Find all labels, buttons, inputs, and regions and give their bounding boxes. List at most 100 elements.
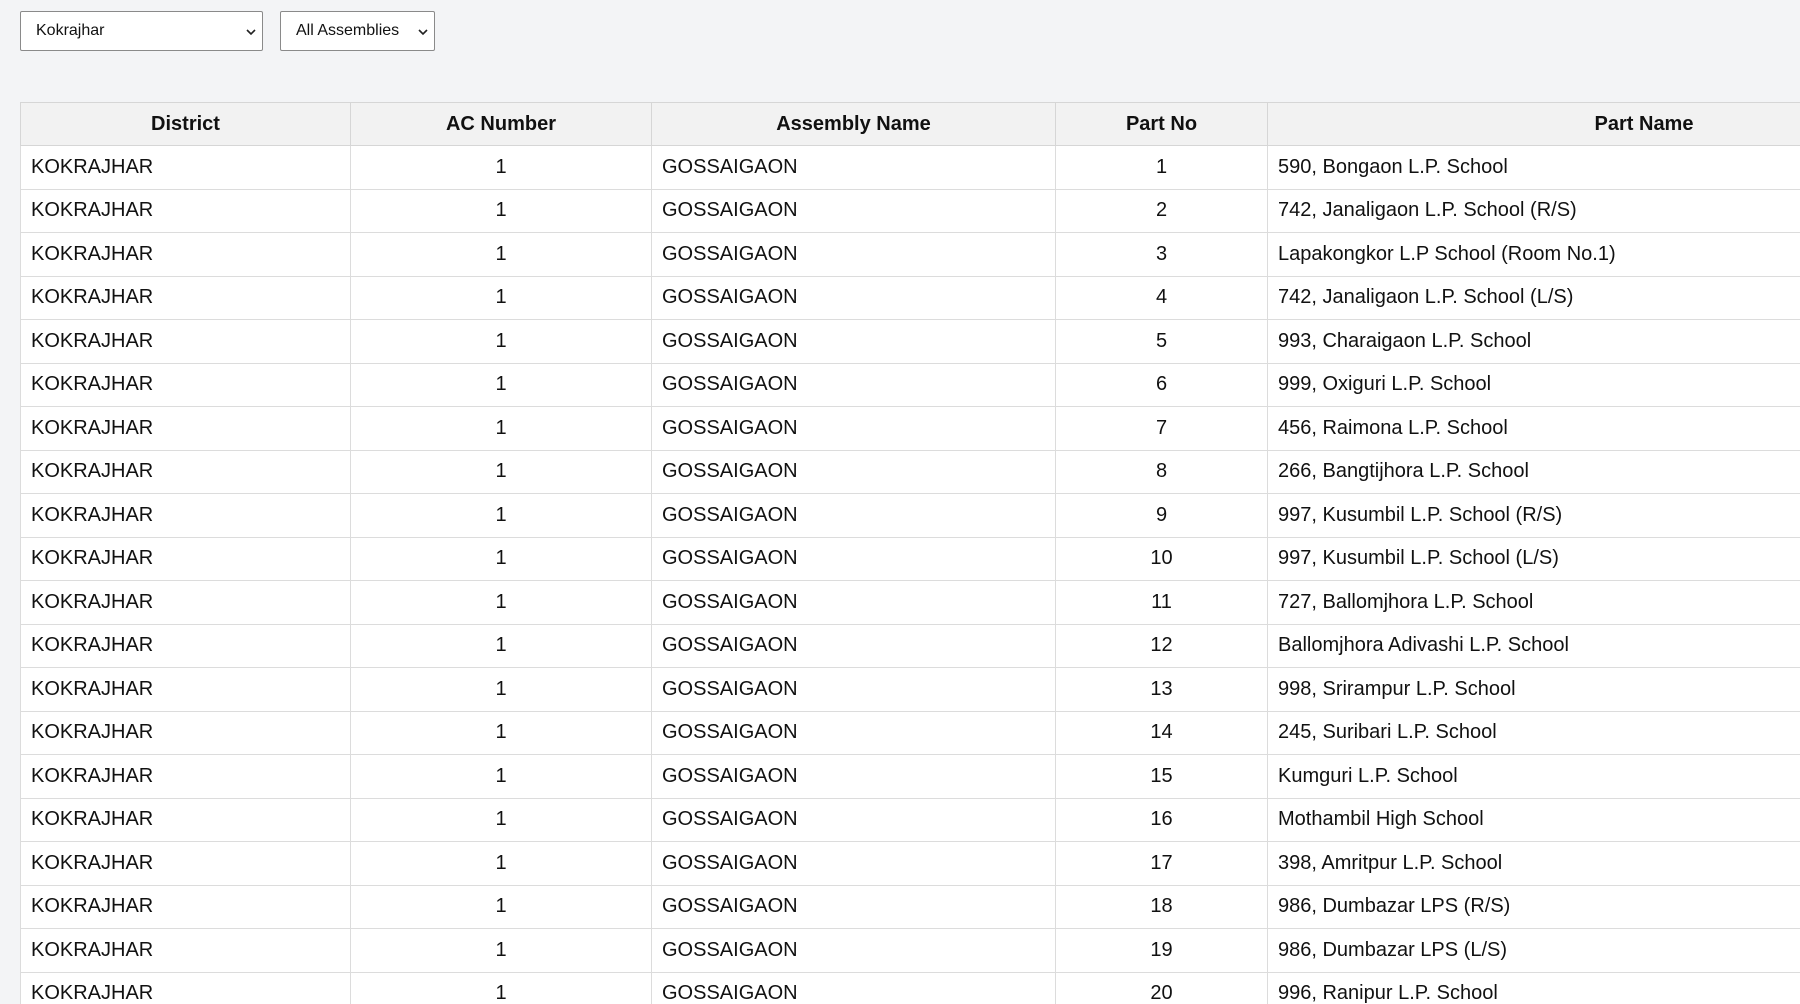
district-cell: KOKRAJHAR — [20, 188, 351, 233]
part-name-cell: 996, Ranipur L.P. School — [1267, 971, 1800, 1004]
part-name-cell: 245, Suribari L.P. School — [1267, 710, 1800, 755]
table-row: KOKRAJHAR 1 GOSSAIGAON 4 742, Janaligaon L.P… — [20, 275, 1800, 320]
table-row: KOKRAJHAR 1 GOSSAIGAON 6 999, Oxiguri L.P. S… — [20, 362, 1800, 407]
table-row: KOKRAJHAR 1 GOSSAIGAON 1 590, Bongaon L.P. S… — [20, 145, 1800, 190]
district-cell: KOKRAJHAR — [20, 623, 351, 668]
table-row: KOKRAJHAR 1 GOSSAIGAON 9 997, Kusumbil L.P. … — [20, 493, 1800, 538]
district-cell: KOKRAJHAR — [20, 841, 351, 886]
part-no-cell: 9 — [1055, 493, 1268, 538]
district-cell: KOKRAJHAR — [20, 971, 351, 1004]
assembly-name-cell: GOSSAIGAON — [651, 884, 1056, 929]
district-cell: KOKRAJHAR — [20, 145, 351, 190]
ac-number-cell: 1 — [350, 710, 652, 755]
ac-number-cell: 1 — [350, 580, 652, 625]
ac-number-cell: 1 — [350, 797, 652, 842]
assembly-name-cell: GOSSAIGAON — [651, 493, 1056, 538]
district-cell: KOKRAJHAR — [20, 710, 351, 755]
part-no-cell: 8 — [1055, 449, 1268, 494]
district-cell: KOKRAJHAR — [20, 449, 351, 494]
part-no-cell: 10 — [1055, 536, 1268, 581]
ac-number-cell: 1 — [350, 493, 652, 538]
part-name-cell: 456, Raimona L.P. School — [1267, 406, 1800, 451]
part-no-cell: 1 — [1055, 145, 1268, 190]
ac-number-cell: 1 — [350, 536, 652, 581]
part-no-cell: 7 — [1055, 406, 1268, 451]
column-header-district: District — [20, 102, 351, 146]
ac-number-cell: 1 — [350, 145, 652, 190]
table-row: KOKRAJHAR 1 GOSSAIGAON 14 245, Suribari L.P.… — [20, 710, 1800, 755]
table-row: KOKRAJHAR 1 GOSSAIGAON 2 742, Janaligaon L.P… — [20, 188, 1800, 233]
part-name-cell: 993, Charaigaon L.P. School — [1267, 319, 1800, 364]
ac-number-cell: 1 — [350, 667, 652, 712]
part-name-cell: 398, Amritpur L.P. School — [1267, 841, 1800, 886]
assembly-select[interactable]: All Assemblies — [280, 11, 435, 51]
district-cell: KOKRAJHAR — [20, 362, 351, 407]
table-row: KOKRAJHAR 1 GOSSAIGAON 11 727, Ballomjhora L… — [20, 580, 1800, 625]
part-name-cell: 727, Ballomjhora L.P. School — [1267, 580, 1800, 625]
ac-number-cell: 1 — [350, 362, 652, 407]
chevron-down-icon — [246, 27, 256, 37]
part-no-cell: 4 — [1055, 275, 1268, 320]
part-name-cell: Mothambil High School — [1267, 797, 1800, 842]
assembly-name-cell: GOSSAIGAON — [651, 754, 1056, 799]
table-row: KOKRAJHAR 1 GOSSAIGAON 13 998, Srirampur L.P… — [20, 667, 1800, 712]
polling-stations-table-container[interactable]: District AC Number Assembly Name Part No… — [20, 102, 1800, 1004]
column-header-assembly-name: Assembly Name — [651, 102, 1056, 146]
district-cell: KOKRAJHAR — [20, 667, 351, 712]
part-name-cell: Ballomjhora Adivashi L.P. School — [1267, 623, 1800, 668]
part-name-cell: 997, Kusumbil L.P. School (L/S) — [1267, 536, 1800, 581]
part-no-cell: 12 — [1055, 623, 1268, 668]
part-no-cell: 18 — [1055, 884, 1268, 929]
table-header-row: District AC Number Assembly Name Part No… — [20, 102, 1800, 146]
table-body: KOKRAJHAR 1 GOSSAIGAON 1 590, Bongaon L.P. S… — [20, 145, 1800, 1004]
part-name-cell: 266, Bangtijhora L.P. School — [1267, 449, 1800, 494]
part-name-cell: Lapakongkor L.P School (Room No.1) — [1267, 232, 1800, 277]
assembly-name-cell: GOSSAIGAON — [651, 928, 1056, 973]
table-row: KOKRAJHAR 1 GOSSAIGAON 19 986, Dumbazar LPS … — [20, 928, 1800, 973]
part-no-cell: 14 — [1055, 710, 1268, 755]
table-row: KOKRAJHAR 1 GOSSAIGAON 3 Lapakongkor L.P Sch… — [20, 232, 1800, 277]
district-cell: KOKRAJHAR — [20, 319, 351, 364]
part-no-cell: 13 — [1055, 667, 1268, 712]
part-name-cell: 986, Dumbazar LPS (R/S) — [1267, 884, 1800, 929]
assembly-select-value: All Assemblies — [296, 22, 400, 39]
ac-number-cell: 1 — [350, 971, 652, 1004]
table-row: KOKRAJHAR 1 GOSSAIGAON 8 266, Bangtijhora L.… — [20, 449, 1800, 494]
district-cell: KOKRAJHAR — [20, 406, 351, 451]
assembly-name-cell: GOSSAIGAON — [651, 188, 1056, 233]
district-cell: KOKRAJHAR — [20, 797, 351, 842]
assembly-name-cell: GOSSAIGAON — [651, 232, 1056, 277]
assembly-name-cell: GOSSAIGAON — [651, 841, 1056, 886]
district-cell: KOKRAJHAR — [20, 232, 351, 277]
ac-number-cell: 1 — [350, 928, 652, 973]
part-name-cell: 997, Kusumbil L.P. School (R/S) — [1267, 493, 1800, 538]
assembly-name-cell: GOSSAIGAON — [651, 406, 1056, 451]
table-row: KOKRAJHAR 1 GOSSAIGAON 10 997, Kusumbil L.P.… — [20, 536, 1800, 581]
column-header-part-name: Part Name — [1267, 102, 1800, 146]
part-no-cell: 3 — [1055, 232, 1268, 277]
part-no-cell: 16 — [1055, 797, 1268, 842]
part-no-cell: 6 — [1055, 362, 1268, 407]
part-no-cell: 19 — [1055, 928, 1268, 973]
part-no-cell: 17 — [1055, 841, 1268, 886]
district-cell: KOKRAJHAR — [20, 275, 351, 320]
part-no-cell: 15 — [1055, 754, 1268, 799]
chevron-down-icon — [418, 27, 428, 37]
table-row: KOKRAJHAR 1 GOSSAIGAON 7 456, Raimona L.P. S… — [20, 406, 1800, 451]
part-name-cell: Kumguri L.P. School — [1267, 754, 1800, 799]
assembly-name-cell: GOSSAIGAON — [651, 145, 1056, 190]
district-select-value: Kokrajhar — [36, 22, 105, 39]
table-row: KOKRAJHAR 1 GOSSAIGAON 20 996, Ranipur L.P. … — [20, 971, 1800, 1004]
table-row: KOKRAJHAR 1 GOSSAIGAON 16 Mothambil High Sch… — [20, 797, 1800, 842]
part-name-cell: 998, Srirampur L.P. School — [1267, 667, 1800, 712]
ac-number-cell: 1 — [350, 623, 652, 668]
ac-number-cell: 1 — [350, 449, 652, 494]
assembly-name-cell: GOSSAIGAON — [651, 536, 1056, 581]
district-select[interactable]: Kokrajhar — [20, 11, 263, 51]
district-cell: KOKRAJHAR — [20, 536, 351, 581]
part-no-cell: 2 — [1055, 188, 1268, 233]
ac-number-cell: 1 — [350, 884, 652, 929]
district-cell: KOKRAJHAR — [20, 928, 351, 973]
assembly-name-cell: GOSSAIGAON — [651, 275, 1056, 320]
polling-stations-table: District AC Number Assembly Name Part No… — [20, 102, 1800, 1004]
